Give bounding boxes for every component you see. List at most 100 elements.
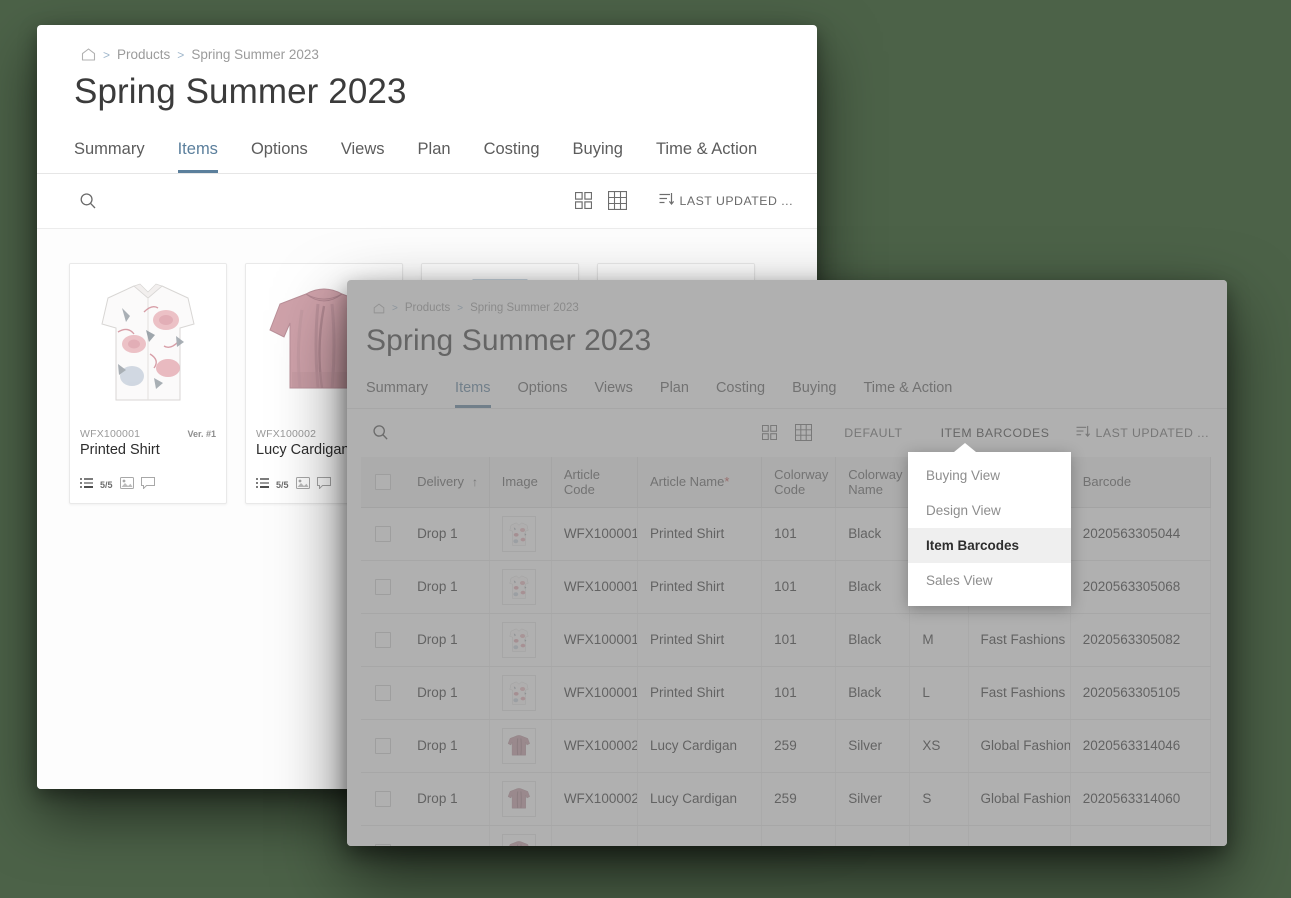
column-header-image[interactable]: Image [489, 456, 552, 508]
search-icon[interactable] [74, 187, 102, 215]
tab-plan[interactable]: Plan [660, 380, 689, 408]
row-select-cell [361, 613, 406, 667]
tab-options[interactable]: Options [518, 380, 568, 408]
printed-shirt-thumbnail [501, 674, 536, 711]
breadcrumb-item-current[interactable]: Spring Summer 2023 [191, 47, 319, 62]
sort-descending-icon [1076, 425, 1090, 441]
tab-plan[interactable]: Plan [418, 140, 451, 173]
row-checkbox[interactable] [375, 631, 391, 648]
cell-barcode: 2020563314046 [1070, 719, 1212, 773]
product-version: Ver. #1 [187, 428, 216, 439]
list-count-icon [256, 476, 269, 494]
table-grid-icon[interactable] [603, 188, 633, 214]
table-row[interactable]: Drop 1 WFX100001 Printed Shirt 101 Black… [361, 560, 1212, 614]
tab-summary[interactable]: Summary [74, 140, 145, 173]
dropdown-item-buying-view[interactable]: Buying View [908, 458, 1071, 493]
cell-delivery: Drop 1 [405, 560, 490, 614]
tab-buying[interactable]: Buying [573, 140, 623, 173]
breadcrumb-item-current[interactable]: Spring Summer 2023 [470, 302, 579, 314]
row-checkbox[interactable] [375, 525, 391, 542]
row-checkbox[interactable] [375, 578, 391, 595]
toolbar: DEFAULT ITEM BARCODES LAST UPDATED ... [347, 409, 1227, 457]
tab-buying[interactable]: Buying [792, 380, 836, 408]
cell-image [489, 772, 552, 826]
column-header-colorway-name[interactable]: Colorway Name [835, 456, 911, 508]
tab-views[interactable]: Views [594, 380, 632, 408]
cell-article-name: Lucy Cardigan [637, 772, 763, 826]
row-checkbox[interactable] [375, 843, 391, 846]
column-header-article-code[interactable]: Article Code [551, 456, 638, 508]
breadcrumb-separator: > [177, 47, 185, 62]
tab-time-and-action[interactable]: Time & Action [863, 380, 952, 408]
cell-size: S [909, 772, 969, 826]
image-icon[interactable] [295, 476, 310, 494]
select-all-checkbox[interactable] [375, 473, 391, 490]
home-icon[interactable] [81, 48, 96, 61]
column-header-article-name[interactable]: Article Name* [637, 456, 763, 508]
sort-last-updated-button[interactable]: LAST UPDATED ... [647, 186, 795, 215]
sort-descending-icon [659, 192, 674, 209]
row-checkbox[interactable] [375, 790, 391, 807]
tab-items[interactable]: Items [177, 140, 219, 173]
items-table: Delivery ↑ Image Article Code Article Nam… [361, 456, 1212, 846]
row-checkbox[interactable] [375, 684, 391, 701]
tab-options[interactable]: Options [251, 140, 308, 173]
column-header-barcode[interactable]: Barcode [1070, 456, 1212, 508]
row-checkbox[interactable] [375, 737, 391, 754]
cell-colorway-name: Silver [835, 719, 911, 773]
cell-image [489, 613, 552, 667]
tab-costing[interactable]: Costing [716, 380, 765, 408]
card-meta: 5/5 [70, 464, 226, 503]
home-icon[interactable] [373, 303, 385, 314]
search-icon[interactable] [366, 419, 394, 447]
row-select-cell [361, 666, 406, 720]
row-select-cell [361, 507, 406, 561]
tab-summary[interactable]: Summary [366, 380, 428, 408]
breadcrumb-item-products[interactable]: Products [405, 302, 450, 314]
breadcrumb-item-products[interactable]: Products [117, 47, 170, 62]
cell-company: Global Fashion [968, 825, 1071, 846]
cell-company: Global Fashion [968, 772, 1071, 826]
table-grid-icon[interactable] [788, 420, 818, 446]
cell-colorway-name: Black [835, 666, 911, 720]
comment-icon[interactable] [140, 476, 155, 494]
printed-shirt-thumbnail [501, 621, 536, 658]
column-label: Delivery [417, 474, 465, 489]
dropdown-item-design-view[interactable]: Design View [908, 493, 1071, 528]
required-asterisk: * [724, 474, 730, 489]
cell-colorway-code: 101 [761, 666, 837, 720]
dropdown-item-sales-view[interactable]: Sales View [908, 563, 1071, 598]
sort-last-updated-button[interactable]: LAST UPDATED ... [1064, 419, 1211, 447]
sort-ascending-icon: ↑ [472, 475, 479, 489]
table-row[interactable]: Drop 1 WFX100001 Printed Shirt 101 Black… [361, 507, 1212, 561]
tab-time-and-action[interactable]: Time & Action [656, 140, 757, 173]
product-code: WFX100001 [80, 427, 141, 440]
cell-colorway-code: 101 [761, 613, 837, 667]
sort-last-updated-label: LAST UPDATED ... [1095, 425, 1209, 440]
page-title: Spring Summer 2023 [366, 324, 652, 357]
table-row[interactable]: Drop 1 WFX100002 Lucy Cardigan 259 Silve… [361, 772, 1212, 826]
cell-image [489, 507, 552, 561]
card-grid-icon[interactable] [569, 188, 599, 214]
comment-icon[interactable] [316, 476, 331, 494]
tab-items[interactable]: Items [455, 380, 491, 408]
cell-article-name: Lucy Cardigan [637, 825, 763, 846]
cell-colorway-name: Black [835, 507, 911, 561]
product-card[interactable]: WFX100001 Ver. #1 Printed Shirt 5/5 [69, 262, 227, 504]
image-icon[interactable] [119, 476, 134, 494]
tab-views[interactable]: Views [341, 140, 385, 173]
product-code: WFX100002 [256, 427, 317, 440]
cell-article-name: Printed Shirt [637, 666, 763, 720]
page-title: Spring Summer 2023 [74, 72, 407, 111]
tab-costing[interactable]: Costing [484, 140, 540, 173]
dropdown-item-item-barcodes[interactable]: Item Barcodes [908, 528, 1071, 563]
column-header-delivery[interactable]: Delivery ↑ [405, 456, 490, 508]
table-row[interactable]: Drop 1 WFX100002 Lucy Cardigan 259 Silve… [361, 825, 1212, 846]
card-grid-icon[interactable] [754, 420, 784, 446]
column-header-colorway-code[interactable]: Colorway Code [761, 456, 837, 508]
view-button-default[interactable]: DEFAULT [830, 420, 916, 446]
table-row[interactable]: Drop 1 WFX100001 Printed Shirt 101 Black… [361, 666, 1212, 720]
view-button-item-barcodes[interactable]: ITEM BARCODES [927, 420, 1064, 446]
table-row[interactable]: Drop 1 WFX100001 Printed Shirt 101 Black… [361, 613, 1212, 667]
table-row[interactable]: Drop 1 WFX100002 Lucy Cardigan 259 Silve… [361, 719, 1212, 773]
